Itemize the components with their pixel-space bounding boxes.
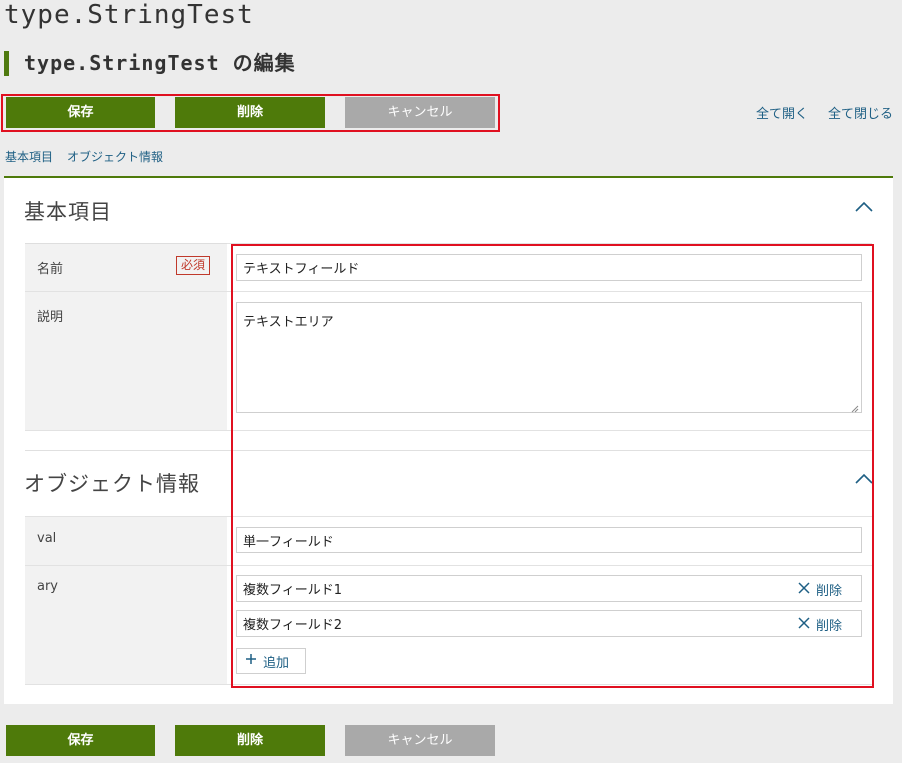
- anchor-basic[interactable]: 基本項目: [5, 148, 53, 165]
- required-badge: 必須: [176, 256, 211, 275]
- fields-highlight: [231, 244, 874, 688]
- val-label: val: [37, 531, 57, 546]
- bottom-cancel-button[interactable]: キャンセル: [345, 725, 495, 756]
- heading-accent-bar: [4, 51, 9, 76]
- anchor-object[interactable]: オブジェクト情報: [67, 148, 163, 165]
- section-title-object: オブジェクト情報: [24, 472, 200, 496]
- collapse-all-link[interactable]: 全て閉じる: [828, 103, 893, 122]
- desc-label: 説明: [37, 310, 64, 325]
- name-label: 名前: [37, 262, 64, 277]
- ary-label: ary: [37, 579, 59, 594]
- app-title: type.StringTest: [4, 0, 254, 30]
- page-title: type.StringTest の編集: [24, 51, 296, 75]
- save-button[interactable]: 保存: [6, 97, 155, 128]
- delete-button[interactable]: 削除: [175, 97, 325, 128]
- bottom-save-button[interactable]: 保存: [6, 725, 155, 756]
- expand-all-link[interactable]: 全て開く: [756, 103, 808, 122]
- chevron-up-icon[interactable]: [853, 199, 875, 215]
- section-title-basic: 基本項目: [24, 200, 112, 224]
- cancel-button[interactable]: キャンセル: [345, 97, 495, 128]
- bottom-delete-button[interactable]: 削除: [175, 725, 325, 756]
